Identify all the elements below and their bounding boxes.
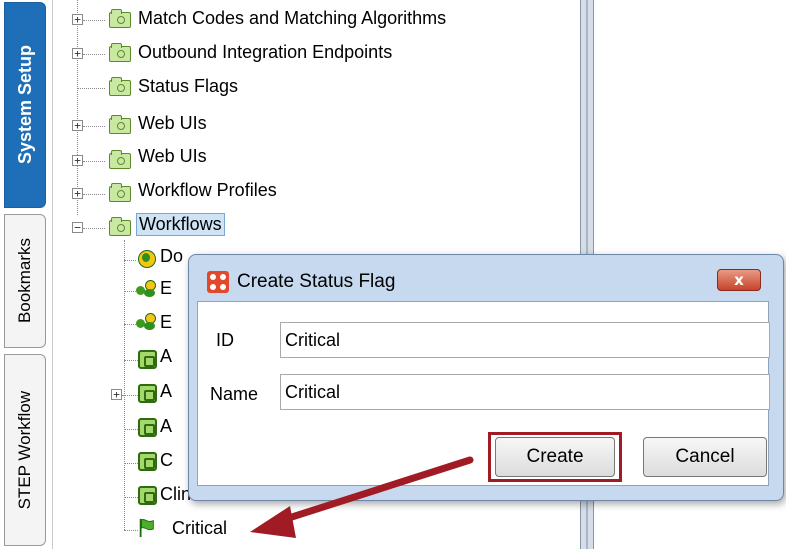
tree-child-label[interactable]: Do (160, 246, 183, 267)
tab-step-workflow[interactable]: STEP Workflow (4, 354, 46, 546)
status-flag-icon (139, 518, 154, 538)
id-input[interactable]: Critical (280, 322, 770, 358)
tab-bookmarks-label: Bookmarks (15, 238, 34, 324)
tree-child-label[interactable]: E (160, 278, 172, 299)
dialog-title: Create Status Flag (237, 271, 396, 292)
tab-bookmarks[interactable]: Bookmarks (4, 214, 46, 348)
tree-child-label[interactable]: Critical (172, 518, 227, 539)
workflow-people-icon (136, 313, 156, 331)
tab-step-workflow-label: STEP Workflow (15, 390, 34, 510)
folder-icon (109, 217, 131, 236)
tree-child-label[interactable]: A (160, 416, 172, 437)
folder-icon (109, 43, 131, 62)
tree-child-label[interactable]: C (160, 450, 173, 471)
expand-icon[interactable]: + (72, 48, 83, 59)
tree-item-label[interactable]: Match Codes and Matching Algorithms (138, 8, 446, 29)
expand-icon[interactable]: + (111, 389, 122, 400)
workflow-icon (138, 452, 157, 471)
name-label: Name (210, 384, 259, 404)
tree-guide-line (77, 0, 78, 215)
tree-item-label[interactable]: Status Flags (138, 76, 238, 97)
tree-item-label[interactable]: Web UIs (138, 146, 207, 167)
folder-icon (109, 150, 131, 169)
expand-icon[interactable]: + (72, 14, 83, 25)
folder-icon (109, 9, 131, 28)
workflow-icon (138, 418, 157, 437)
tree-item-label[interactable]: Workflows (136, 213, 225, 236)
workflow-icon (138, 350, 157, 369)
tree-child-label[interactable]: A (160, 346, 172, 367)
expand-icon[interactable]: + (72, 188, 83, 199)
tree-guide-line (124, 240, 125, 530)
tree-item-label[interactable]: Workflow Profiles (138, 180, 277, 201)
close-icon: x (734, 271, 744, 289)
expand-icon[interactable]: + (72, 155, 83, 166)
tree-item-label[interactable]: Outbound Integration Endpoints (138, 42, 392, 63)
annotation-arrow (250, 456, 474, 538)
folder-icon (109, 115, 131, 134)
collapse-icon[interactable]: − (72, 222, 83, 233)
cancel-button[interactable]: Cancel (643, 437, 767, 477)
workflow-icon (138, 486, 157, 505)
tree-item-label[interactable]: Web UIs (138, 113, 207, 134)
workflow-question-icon (136, 248, 156, 268)
id-label: ID (216, 330, 234, 350)
tree-child-label[interactable]: E (160, 312, 172, 333)
tab-system-setup[interactable]: System Setup (4, 2, 46, 208)
tab-system-setup-label: System Setup (14, 45, 35, 165)
left-tab-bar: System Setup Bookmarks STEP Workflow (0, 0, 53, 549)
app-icon (207, 271, 229, 293)
close-button[interactable]: x (717, 269, 761, 291)
tree-child-label[interactable]: A (160, 381, 172, 402)
folder-icon (109, 77, 131, 96)
name-input[interactable]: Critical (280, 374, 770, 410)
workflow-icon (138, 384, 157, 403)
expand-icon[interactable]: + (72, 120, 83, 131)
folder-icon (109, 183, 131, 202)
create-button[interactable]: Create (495, 437, 615, 477)
workflow-people-icon (136, 280, 156, 298)
